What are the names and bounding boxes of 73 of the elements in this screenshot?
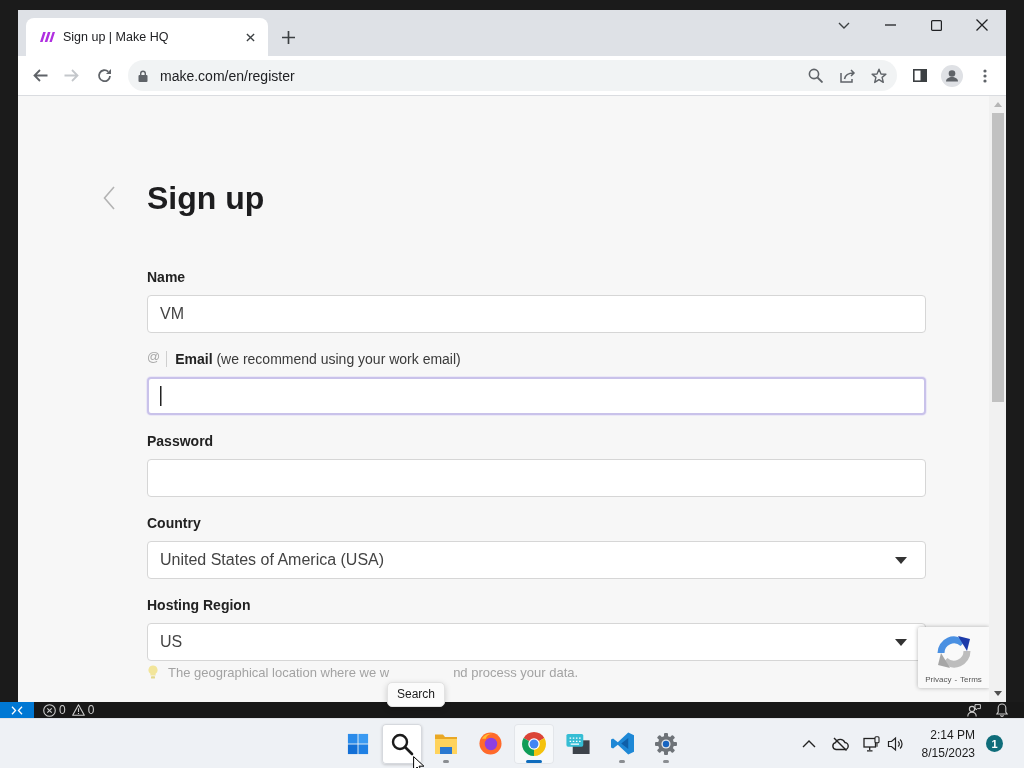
tooltip: Search xyxy=(387,681,446,707)
avatar-icon xyxy=(941,64,963,87)
browser-ring-icon xyxy=(522,731,546,756)
side-panel-icon xyxy=(913,69,927,82)
kebab-menu-icon xyxy=(983,68,987,83)
cloud-off-icon[interactable] xyxy=(830,736,849,751)
remote-button[interactable] xyxy=(0,702,34,718)
field-label: Country xyxy=(147,514,201,533)
editor-icon xyxy=(610,732,634,755)
error-icon xyxy=(43,703,56,717)
browser-tab[interactable]: Sign up | Make HQ xyxy=(26,18,268,56)
folder-icon xyxy=(434,732,458,755)
feedback-icon xyxy=(967,703,981,717)
warning-icon xyxy=(71,704,85,716)
speaker-icon[interactable] xyxy=(886,735,903,752)
globe-browser-icon xyxy=(478,732,502,755)
plus-icon xyxy=(281,30,295,44)
gear-icon xyxy=(654,731,678,756)
field-label: Hosting Region xyxy=(147,596,251,615)
share-icon xyxy=(840,68,856,83)
chevron-left-icon xyxy=(103,186,115,210)
show-hidden-icons-button[interactable] xyxy=(801,739,816,748)
field-label: Email (we recommend using your work email) xyxy=(175,350,461,369)
feedback-button[interactable] xyxy=(967,703,981,717)
clock-date[interactable]: 8/15/2023 xyxy=(921,743,975,762)
field-label: Password xyxy=(147,432,214,451)
taskbar-app-button[interactable] xyxy=(514,723,554,764)
star-icon xyxy=(871,67,887,84)
logo-icon xyxy=(40,32,55,42)
monitor-network-icon[interactable] xyxy=(862,735,880,752)
keyboard-window-icon xyxy=(566,733,590,754)
dropdown-select[interactable]: United States of America (USA) xyxy=(147,541,926,579)
arrow-left-icon xyxy=(32,69,48,82)
notifications-button[interactable] xyxy=(996,703,1008,717)
notification-badge[interactable]: 1 xyxy=(986,735,1003,752)
email-input[interactable] xyxy=(147,377,926,415)
field-label: Name xyxy=(147,268,186,287)
remote-icon xyxy=(11,705,23,715)
dropdown-select[interactable]: US xyxy=(147,623,926,661)
scrollbar[interactable] xyxy=(989,96,1006,702)
mouse-pointer-icon xyxy=(413,756,424,768)
search-icon xyxy=(807,68,823,83)
clock-time[interactable]: 2:14 PM xyxy=(930,725,975,744)
scroll-down-icon[interactable] xyxy=(993,691,1002,696)
reload-icon xyxy=(96,68,112,83)
caret-down-icon xyxy=(895,556,907,564)
at-symbol: @ xyxy=(147,348,161,365)
maximize-icon xyxy=(930,19,942,31)
caret-down-icon xyxy=(895,638,907,646)
text-cursor-icon xyxy=(160,386,162,406)
badge-link[interactable]: Terms xyxy=(960,675,982,684)
bell-icon xyxy=(996,703,1008,717)
scrollbar-thumb[interactable] xyxy=(991,113,1004,402)
close-icon xyxy=(245,32,255,42)
chevron-up-icon xyxy=(801,739,816,748)
link-separator: - xyxy=(954,675,958,684)
lock-icon xyxy=(138,69,148,82)
close-icon xyxy=(976,19,988,31)
arrow-right-icon xyxy=(63,69,79,82)
password-input[interactable] xyxy=(147,459,926,497)
page-heading: Sign up xyxy=(147,179,265,218)
badge-link[interactable]: Privacy xyxy=(925,675,952,684)
search-button[interactable] xyxy=(382,723,422,764)
hint-text: The geographical location where we w xyxy=(168,664,390,680)
minimize-icon xyxy=(884,24,896,26)
four-squares-icon xyxy=(347,732,369,755)
search-icon xyxy=(390,731,414,756)
chevron-down-icon xyxy=(838,21,850,29)
address-bar[interactable]: make.com/en/register xyxy=(128,60,897,91)
text-input[interactable]: VM xyxy=(147,295,926,333)
lightbulb-icon xyxy=(148,665,158,679)
hint-text: nd process your data. xyxy=(453,664,579,680)
problems-button[interactable]: 0 0 xyxy=(43,702,98,718)
